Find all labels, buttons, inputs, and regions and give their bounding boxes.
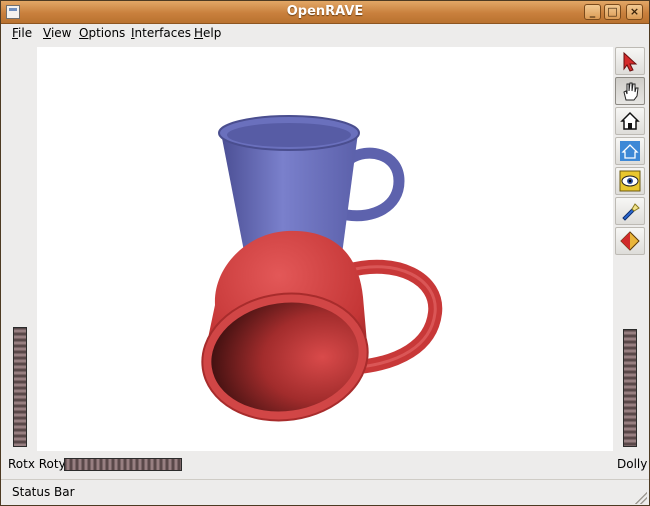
menu-interfaces[interactable]: Interfaces bbox=[131, 26, 191, 40]
status-text: Status Bar bbox=[12, 485, 75, 499]
menu-options-label: ptions bbox=[88, 26, 126, 40]
scene-render bbox=[201, 115, 443, 422]
menu-view-mnemonic: V bbox=[43, 26, 51, 40]
blue-mug-handle bbox=[341, 147, 405, 222]
menu-bar: File View Options Interfaces Help bbox=[1, 24, 649, 44]
resize-grip[interactable] bbox=[635, 492, 647, 504]
pan-mode-button[interactable] bbox=[615, 77, 645, 105]
status-bar: Status Bar bbox=[1, 479, 649, 505]
blue-mug-opening bbox=[227, 123, 351, 147]
menu-help-mnemonic: H bbox=[194, 26, 204, 40]
select-mode-button[interactable] bbox=[615, 47, 645, 75]
maximize-button[interactable]: □ bbox=[604, 4, 621, 20]
draw-style-cube-icon bbox=[620, 231, 640, 251]
set-home-icon bbox=[620, 141, 640, 161]
3d-viewport[interactable] bbox=[37, 47, 613, 451]
headlight-flashlight-icon bbox=[622, 203, 640, 221]
minimize-button[interactable]: _ bbox=[584, 4, 601, 20]
view-all-button[interactable] bbox=[615, 167, 645, 195]
menu-interfaces-label: nterfaces bbox=[134, 26, 191, 40]
set-home-button[interactable] bbox=[615, 137, 645, 165]
openrave-window: OpenRAVE _ □ × File View Options Interfa… bbox=[0, 0, 650, 506]
close-button[interactable]: × bbox=[626, 4, 643, 20]
menu-view-label: iew bbox=[50, 26, 72, 40]
menu-help-label: elp bbox=[203, 26, 222, 40]
dolly-wheel[interactable] bbox=[623, 329, 637, 447]
window-title: OpenRAVE bbox=[286, 4, 364, 19]
title-bar[interactable]: OpenRAVE _ □ × bbox=[1, 1, 649, 24]
home-view-icon bbox=[620, 111, 640, 130]
headlight-button[interactable] bbox=[615, 197, 645, 225]
menu-file[interactable]: File bbox=[12, 26, 32, 40]
select-arrow-icon bbox=[623, 51, 638, 72]
menu-view[interactable]: View bbox=[43, 26, 71, 40]
dolly-label: Dolly bbox=[617, 457, 648, 471]
rotx-wheel[interactable] bbox=[13, 327, 27, 447]
roty-wheel[interactable] bbox=[64, 458, 182, 471]
rotx-roty-label: Rotx Roty bbox=[8, 457, 66, 471]
view-all-eye-icon bbox=[619, 170, 641, 192]
menu-help[interactable]: Help bbox=[194, 26, 221, 40]
hand-pan-icon bbox=[623, 82, 639, 101]
menu-options[interactable]: Options bbox=[79, 26, 125, 40]
home-view-button[interactable] bbox=[615, 107, 645, 135]
menu-file-label: ile bbox=[18, 26, 33, 40]
draw-style-button[interactable] bbox=[615, 227, 645, 255]
